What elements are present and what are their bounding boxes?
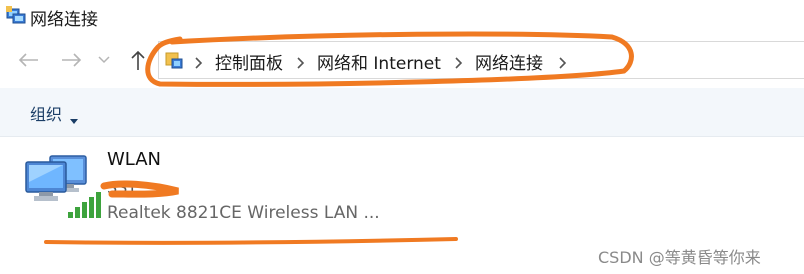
connection-name: WLAN <box>107 149 162 170</box>
breadcrumb-separator-icon[interactable] <box>455 54 463 73</box>
forward-arrow-icon <box>62 53 82 67</box>
breadcrumb-control-panel[interactable]: 控制面板 <box>215 49 283 74</box>
command-bar: 组织 <box>0 88 804 137</box>
network-connections-icon <box>6 6 26 30</box>
up-button[interactable] <box>124 46 152 74</box>
up-arrow-icon <box>131 50 145 70</box>
breadcrumb-network-internet[interactable]: 网络和 Internet <box>317 49 441 74</box>
window-title: 网络连接 <box>30 10 98 30</box>
breadcrumb-separator-icon[interactable] <box>297 54 305 73</box>
wireless-network-adapter-icon <box>24 152 102 226</box>
breadcrumb-separator-icon[interactable] <box>559 54 567 73</box>
connection-item-wlan[interactable]: WLAN SST Realtek 8821CE Wireless LAN ... <box>20 148 460 238</box>
chevron-down-icon <box>98 56 110 64</box>
breadcrumb-network-connections[interactable]: 网络连接 <box>475 49 543 74</box>
address-bar[interactable]: 控制面板 网络和 Internet 网络连接 <box>158 41 804 79</box>
navigation-bar: 控制面板 网络和 Internet 网络连接 <box>0 38 804 82</box>
forward-button[interactable] <box>58 46 86 74</box>
organize-button[interactable]: 组织 <box>30 101 62 125</box>
watermark: CSDN @等黄昏等你来 <box>598 248 761 267</box>
title-bar: 网络连接 <box>0 0 804 32</box>
breadcrumb-separator-icon <box>195 54 203 73</box>
adapter-underline <box>44 237 458 245</box>
back-arrow-icon <box>18 53 38 67</box>
back-button[interactable] <box>14 46 42 74</box>
control-panel-icon <box>165 51 185 75</box>
recent-locations-button[interactable] <box>94 46 114 74</box>
connection-adapter-description: Realtek 8821CE Wireless LAN ... <box>107 203 380 223</box>
caret-down-icon[interactable] <box>70 109 78 128</box>
connection-status: SST <box>107 178 138 197</box>
